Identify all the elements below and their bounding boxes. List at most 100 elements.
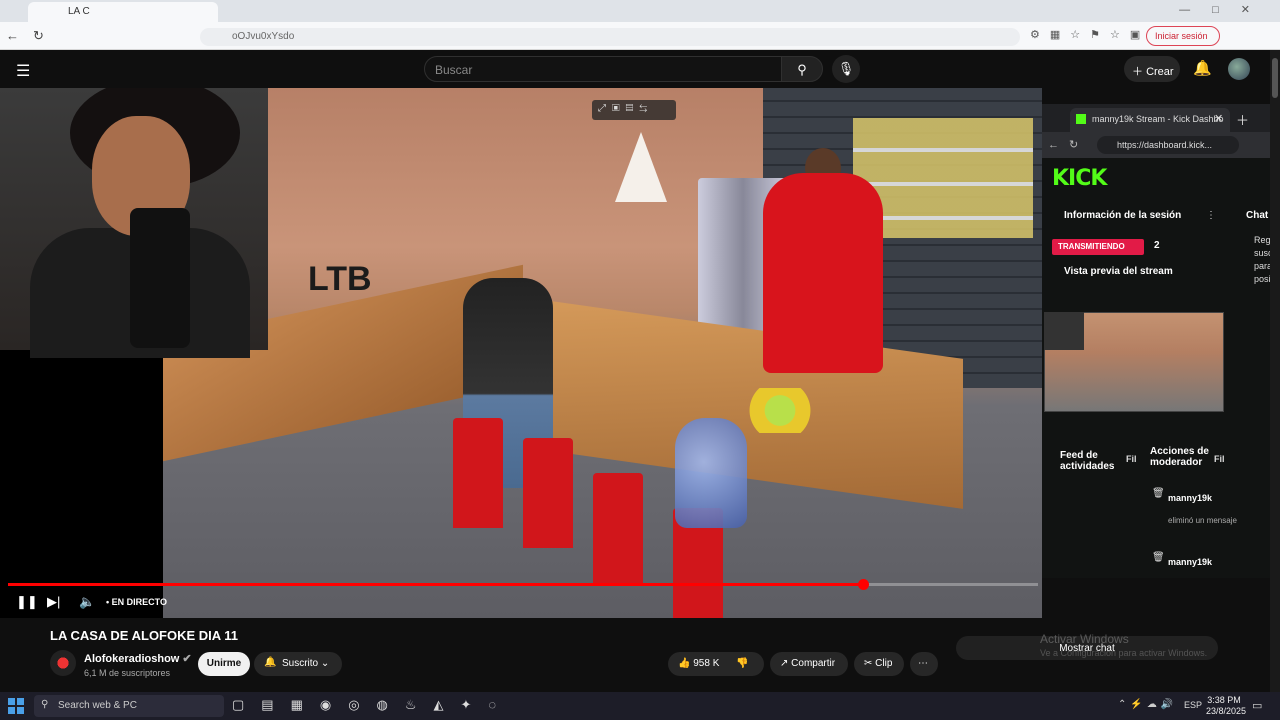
video-title: LA CASA DE ALOFOKE DIA 11 [50,628,239,643]
pause-icon[interactable]: ❚❚ [16,594,38,610]
user-avatar[interactable] [1228,58,1250,80]
kick-nav-icons[interactable]: ←↻ [1048,138,1088,151]
search-input[interactable]: Buscar [424,56,782,82]
trash-icon: 🗑 [1152,552,1165,563]
kick-browser-tab[interactable]: manny19k Stream - Kick Dashbo [1070,108,1230,132]
tab-title: LA C [68,6,90,17]
browser-tab-strip: LA C —□✕ [0,0,1280,22]
red-stool [593,473,643,583]
stream-preview-heading: Vista previa del stream [1064,266,1173,277]
create-label: Crear [1146,66,1174,78]
search-placeholder: Buscar [435,63,473,77]
kick-url-text: https://dashboard.kick... [1117,140,1213,150]
login-button[interactable]: Iniciar sesión [1146,26,1220,46]
close-tab-icon[interactable]: ✕ [1214,112,1223,125]
kick-logo: KICK [1052,166,1107,191]
menu-icon[interactable]: ☰ [16,61,30,81]
share-button[interactable]: ↗ Compartir [770,652,848,676]
channel-avatar[interactable] [50,650,76,676]
live-indicator[interactable]: • EN DIRECTO [106,597,167,607]
volume-icon[interactable]: 🔈 [79,594,95,610]
windows-start-icon[interactable] [8,698,24,714]
youtube-header: ☰ Buscar ⚲ 🎙 ＋ Crear 🔔 [0,50,1280,88]
search-icon: ⚲ [41,699,49,710]
new-tab-icon[interactable]: ＋ [1236,110,1249,129]
search-icon: ⚲ [797,62,807,77]
preview-webcam-thumbnail [1044,312,1084,350]
trash-icon: 🗑 [1152,488,1165,499]
mic-icon: 🎙 [837,61,855,76]
voice-search-button[interactable]: 🎙 [832,55,860,83]
more-options-icon[interactable]: ⋮ [1206,210,1216,221]
window-controls[interactable]: —□✕ [1179,3,1272,16]
wall-logo [615,132,667,202]
player-controls: ❚❚ ▶| 🔈 • EN DIRECTO [0,588,1042,618]
more-actions-button[interactable]: ⋯ [910,652,938,676]
channel-name[interactable]: Alofokeradioshow ✔ [84,652,192,665]
kick-dashboard-window: manny19k Stream - Kick Dashbo ✕ ＋ ←↻ htt… [1042,104,1280,578]
windows-activation-title: Activar Windows [1040,632,1129,646]
thumbs-up-icon: 👍 [678,658,694,669]
filter-button[interactable]: Fil [1126,454,1137,464]
viewer-count: 2 [1154,240,1160,251]
kick-favicon-icon [1076,114,1086,124]
page-scrollbar[interactable] [1270,50,1280,692]
subscribed-button[interactable]: 🔔 Suscrito ⌄ [254,652,342,676]
verified-icon: ✔ [182,653,192,665]
like-button[interactable]: 👍 958 K 👎 [668,652,764,676]
filter-button[interactable]: Fil [1214,454,1225,464]
live-label: EN DIRECTO [111,597,167,607]
join-button[interactable]: Unirme [198,652,250,676]
clock[interactable]: 3:38 PM 23/8/2025 [1206,695,1247,717]
notification-center-icon[interactable]: ▭ [1252,699,1262,712]
windows-taskbar: ⚲ Search web & PC ▢▤▦◉◎◍♨◭✦◌ ⌃⚡☁🔊 ESP 3:… [0,692,1280,720]
url-field[interactable]: oOJvu0xYsdo [200,28,1020,46]
next-icon[interactable]: ▶| [47,594,60,610]
red-stool [523,438,573,548]
mod-entry-user[interactable]: manny19k [1168,557,1212,567]
progress-fill [8,583,863,586]
create-button[interactable]: ＋ Crear [1124,56,1180,82]
language-indicator[interactable]: ESP [1184,700,1202,710]
share-label: Compartir [791,658,836,669]
video-player[interactable]: LTB ⤢▣▤⇆ ❚❚ ▶| 🔈 • EN DIRECTO [0,88,1042,618]
streaming-status-badge: TRANSMITIENDO [1052,239,1144,255]
system-tray-icons[interactable]: ⌃⚡☁🔊 [1118,699,1177,710]
clock-date: 23/8/2025 [1206,706,1247,716]
microphone [130,208,190,348]
taskbar-search[interactable]: ⚲ Search web & PC [34,695,224,717]
mod-entry-user[interactable]: manny19k [1168,493,1212,503]
taskbar-search-label: Search web & PC [58,700,137,711]
mod-actions-heading: Acciones de moderador [1150,446,1209,468]
person-red-shirt [763,173,883,373]
kick-url-field[interactable]: https://dashboard.kick... [1097,136,1239,154]
chat-heading: Chat [1246,210,1269,221]
wall-text: LTB [308,260,372,298]
browser-toolbar-icons[interactable]: ⚙▦☆⚑☆▣ [1030,28,1150,41]
more-icon: ⋯ [918,658,928,669]
session-info-heading: Información de la sesión [1064,210,1182,221]
notifications-bell-icon[interactable]: 🔔 [1193,59,1212,77]
share-icon: ↗ [780,658,792,669]
clock-time: 3:38 PM [1207,695,1241,705]
taskbar-app-icons[interactable]: ▢▤▦◉◎◍♨◭✦◌ [232,697,513,713]
scrollbar-thumb[interactable] [1272,58,1278,98]
clip-button[interactable]: ✂ Clip [854,652,904,676]
login-label: Iniciar sesión [1155,31,1208,41]
mod-entry-action: eliminó un mensaje [1168,516,1237,525]
thumbs-down-icon[interactable]: 👎 [736,658,748,669]
water-jug [675,418,747,528]
windows-activation-subtitle: Ve a Configuración para activar Windows. [1040,648,1208,658]
plus-icon: ＋ [1132,66,1147,78]
browser-address-bar: ←↻ oOJvu0xYsdo ⚙▦☆⚑☆▣ Iniciar sesión [0,22,1280,50]
red-stool [453,418,503,528]
browser-tab-youtube[interactable]: LA C [28,2,218,22]
kick-tab-title: manny19k Stream - Kick Dashbo [1092,114,1224,124]
clip-label: Clip [875,658,893,669]
browser-nav-icons[interactable]: ←↻ [6,28,58,44]
video-overlay-toolbar[interactable]: ⤢▣▤⇆ [592,100,676,120]
search-button[interactable]: ⚲ [781,56,823,82]
url-text: oOJvu0xYsdo [232,31,295,42]
chevron-down-icon: ⌄ [320,658,330,669]
scissors-icon: ✂ [864,658,876,669]
